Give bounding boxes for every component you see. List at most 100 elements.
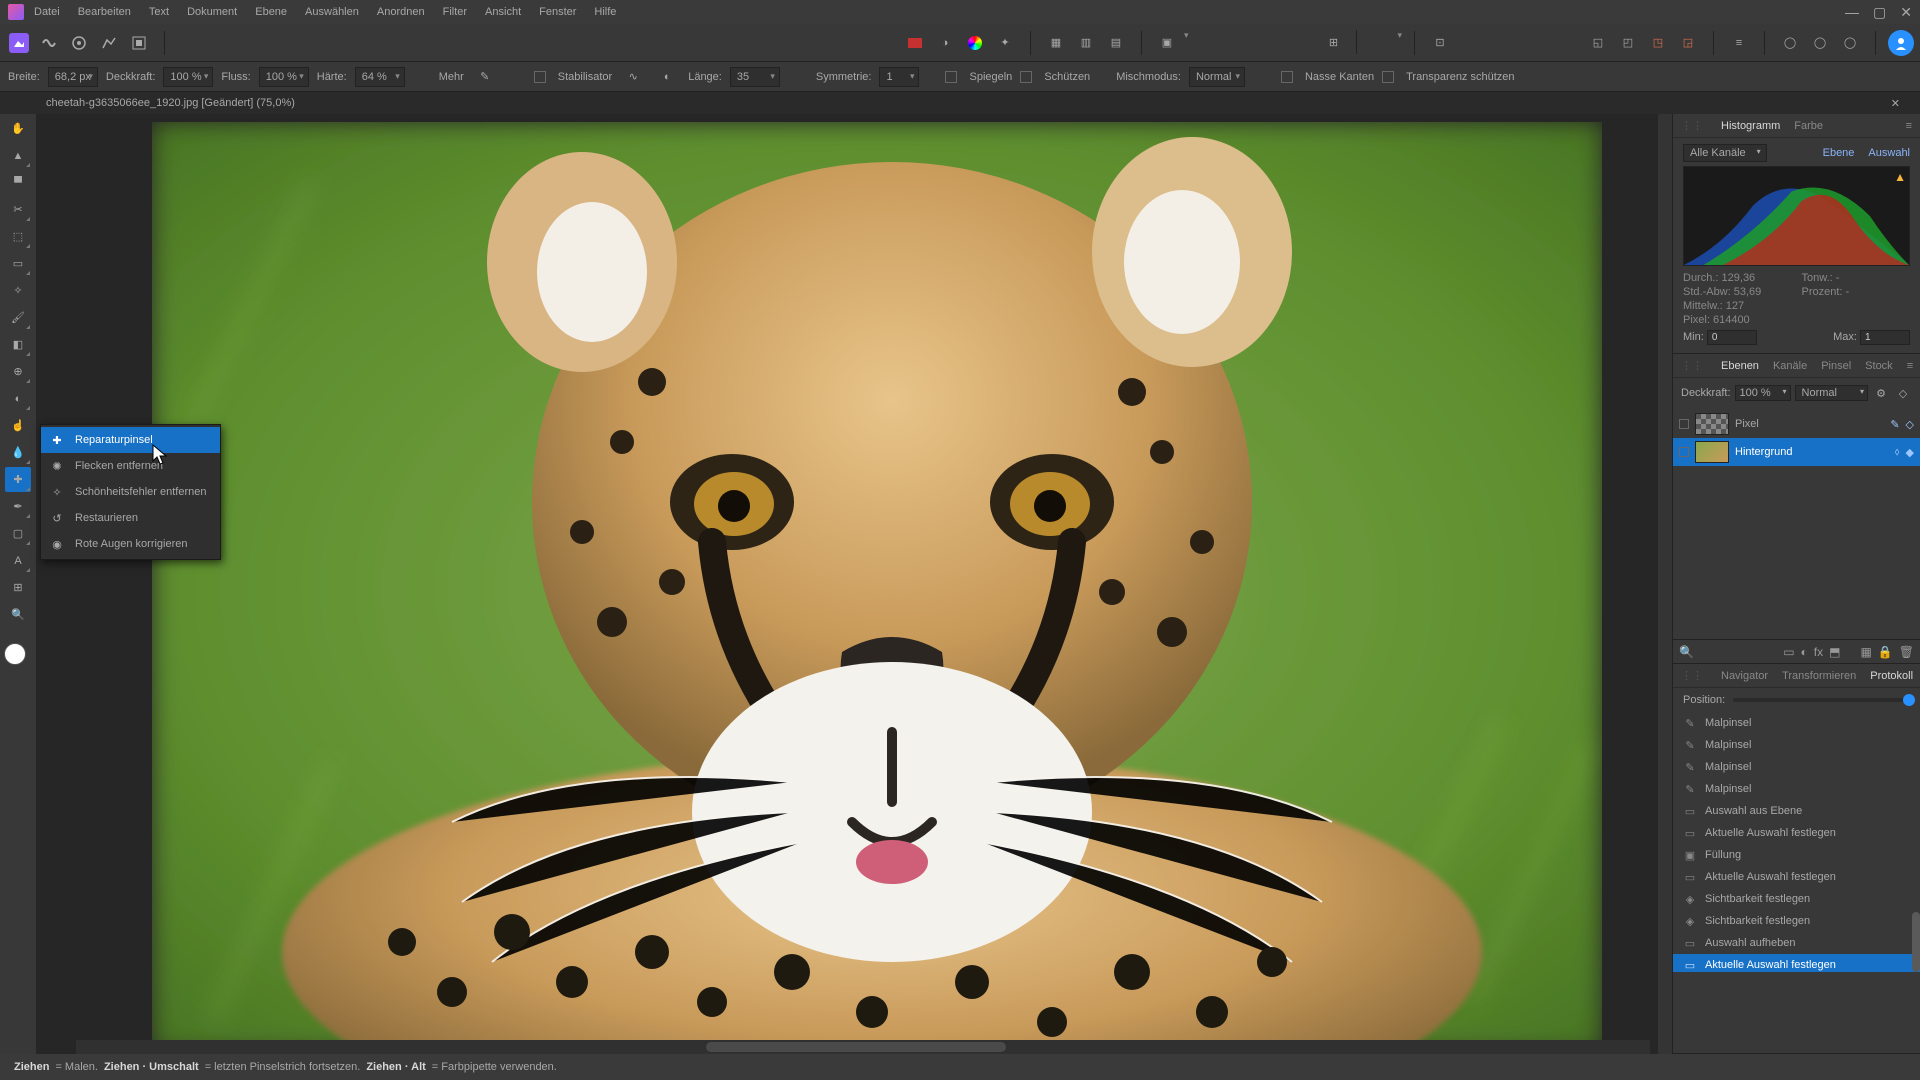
rope-mode-icon[interactable]: ∿ [620, 64, 646, 90]
history-scrollbar[interactable] [1912, 912, 1920, 972]
layer-visibility-icon[interactable] [1679, 419, 1689, 429]
menu-help[interactable]: Hilfe [594, 6, 616, 18]
menu-view[interactable]: Ansicht [485, 6, 521, 18]
history-item[interactable]: ▭Auswahl aus Ebene [1673, 800, 1920, 822]
menu-edit[interactable]: Bearbeiten [78, 6, 131, 18]
history-item[interactable]: ▣Füllung [1673, 844, 1920, 866]
document-canvas[interactable] [152, 122, 1602, 1052]
erase-tool[interactable]: ◧ [5, 332, 31, 357]
document-setup-icon[interactable]: ◑ [932, 30, 958, 56]
history-item[interactable]: ▭Aktuelle Auswahl festlegen [1673, 954, 1920, 972]
snapping-icon[interactable]: ⊡ [1427, 30, 1453, 56]
layer-link-icon[interactable]: ◆ [1906, 446, 1914, 459]
menu-arrange[interactable]: Anordnen [377, 6, 425, 18]
layer-lock-icon[interactable]: ⬨ [1895, 446, 1900, 459]
dodge-tool[interactable]: ◐ [5, 386, 31, 411]
layer-blend-select[interactable]: Normal [1795, 385, 1868, 401]
mask-layer-icon[interactable]: ▭ [1783, 645, 1794, 659]
menu-text[interactable]: Text [149, 6, 169, 18]
layer-row[interactable]: Hintergrund⬨◆ [1673, 438, 1920, 466]
layer-extra-icon[interactable]: ◇ [1894, 380, 1912, 406]
tab-history[interactable]: Protokoll [1870, 670, 1913, 682]
close-button[interactable]: ✕ [1900, 4, 1912, 21]
history-item[interactable]: ✎Malpinsel [1673, 734, 1920, 756]
history-item[interactable]: ✎Malpinsel [1673, 712, 1920, 734]
fx-layer-icon[interactable]: fx [1814, 645, 1823, 659]
panel-grip-icon[interactable]: ⋮⋮ [1681, 669, 1703, 682]
add-layer-icon[interactable]: ▦ [1860, 645, 1871, 659]
length-input[interactable]: 35 [730, 67, 780, 87]
history-item[interactable]: ✎Malpinsel [1673, 778, 1920, 800]
selection-scope-link[interactable]: Auswahl [1868, 147, 1910, 159]
tab-color[interactable]: Farbe [1794, 120, 1823, 132]
layer-visibility-icon[interactable] [1679, 447, 1689, 457]
horizontal-scrollbar[interactable] [76, 1040, 1650, 1054]
lock-children-icon[interactable] [1367, 30, 1393, 56]
quick-mask-dropdown-icon[interactable]: ▾ [1184, 30, 1189, 56]
flow-input[interactable]: 100 % [259, 67, 309, 87]
account-avatar-icon[interactable] [1888, 30, 1914, 56]
marquee-tool[interactable]: ▭ [5, 251, 31, 276]
text-tool[interactable]: A [5, 548, 31, 573]
minimize-button[interactable]: — [1845, 4, 1859, 21]
tab-layers[interactable]: Ebenen [1721, 360, 1759, 372]
position-slider[interactable] [1733, 698, 1910, 702]
alignment-icon[interactable]: ≡ [1726, 30, 1752, 56]
mesh-warp-tool[interactable]: ⊞ [5, 575, 31, 600]
liquify-persona-icon[interactable] [36, 30, 62, 56]
merge-layer-icon[interactable]: ⬒ [1829, 645, 1840, 659]
wet-edges-checkbox[interactable] [1281, 71, 1293, 83]
symmetry-input[interactable]: 1 [879, 67, 919, 87]
flyout-item[interactable]: ◉Rote Augen korrigieren [41, 531, 220, 557]
add-layer-icon[interactable]: ◯ [1777, 30, 1803, 56]
opacity-input[interactable]: 100 % [163, 67, 213, 87]
foreground-color-icon[interactable] [4, 643, 26, 665]
layer-link-icon[interactable]: ◇ [1906, 418, 1914, 431]
history-item[interactable]: ▭Auswahl aufheben [1673, 932, 1920, 954]
add-mask-icon[interactable]: ◯ [1807, 30, 1833, 56]
history-item[interactable]: ◈Sichtbarkeit festlegen [1673, 910, 1920, 932]
smudge-tool[interactable]: ☝ [5, 413, 31, 438]
hand-tool[interactable]: ✋ [5, 116, 31, 141]
flood-select-tool[interactable]: ✧ [5, 278, 31, 303]
document-close-icon[interactable]: ✕ [1891, 97, 1910, 110]
color-swatches[interactable] [4, 635, 32, 667]
tab-channels[interactable]: Kanäle [1773, 360, 1807, 372]
assign-profile-icon[interactable]: ✦ [992, 30, 1018, 56]
flyout-item[interactable]: ✧Schönheitsfehler entfernen [41, 479, 220, 505]
layer-search-icon[interactable]: 🔍 [1679, 645, 1694, 659]
menu-file[interactable]: Datei [34, 6, 60, 18]
flyout-item[interactable]: ↺Restaurieren [41, 505, 220, 531]
arrange-back-icon[interactable]: ◱ [1585, 30, 1611, 56]
panel-grip-icon[interactable]: ⋮⋮ [1681, 359, 1703, 372]
align-icon[interactable]: ⊞ [1320, 30, 1346, 56]
brush-preset-icon[interactable]: ✎ [472, 64, 498, 90]
layer-opacity-input[interactable]: 100 % [1735, 385, 1791, 401]
quick-mask-icon[interactable]: ▣ [1154, 30, 1180, 56]
blur-tool[interactable]: 💧 [5, 440, 31, 465]
document-tab[interactable]: cheetah-g3635066ee_1920.jpg [Geändert] (… [46, 97, 295, 109]
protect-checkbox[interactable] [1020, 71, 1032, 83]
history-item[interactable]: ▭Aktuelle Auswahl festlegen [1673, 822, 1920, 844]
channel-select[interactable]: Alle Kanäle [1683, 144, 1767, 162]
lock-dropdown-icon[interactable]: ▾ [1397, 30, 1402, 56]
history-item[interactable]: ▭Aktuelle Auswahl festlegen [1673, 866, 1920, 888]
menu-window[interactable]: Fenster [539, 6, 576, 18]
hist-max-input[interactable] [1860, 330, 1910, 345]
history-item[interactable]: ✎Malpinsel [1673, 756, 1920, 778]
export-persona-icon[interactable] [126, 30, 152, 56]
hardness-input[interactable]: 64 % [355, 67, 405, 87]
mirror-checkbox[interactable] [945, 71, 957, 83]
tone-map-persona-icon[interactable] [96, 30, 122, 56]
protect-alpha-checkbox[interactable] [1382, 71, 1394, 83]
blendmode-select[interactable]: Normal [1189, 67, 1245, 87]
flyout-item[interactable]: ✚Reparaturpinsel [41, 427, 220, 453]
lock-layer-icon[interactable]: 🔒 [1878, 645, 1893, 659]
develop-persona-icon[interactable] [66, 30, 92, 56]
crop-tool[interactable]: ✂ [5, 197, 31, 222]
panel-menu-icon[interactable]: ≡ [1907, 360, 1913, 372]
color-chooser-icon[interactable] [962, 30, 988, 56]
history-item[interactable]: ◈Sichtbarkeit festlegen [1673, 888, 1920, 910]
layer-edit-icon[interactable]: ✎ [1890, 418, 1899, 431]
window-mode-icon[interactable]: ◐ [654, 64, 680, 90]
